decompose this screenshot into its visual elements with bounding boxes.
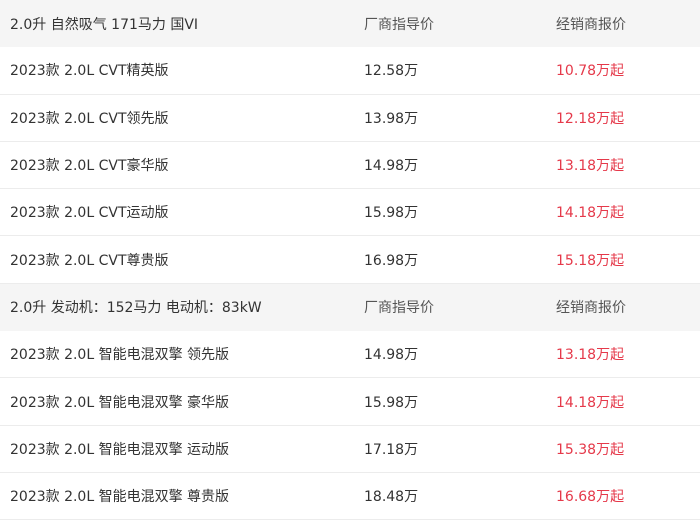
model-name-link[interactable]: 2023款 2.0L 智能电混双擎 运动版: [10, 426, 229, 472]
dealer-price-link[interactable]: 12.18万起: [556, 95, 624, 141]
msrp-price: 12.58万: [364, 63, 419, 80]
model-name-link[interactable]: 2023款 2.0L 智能电混双擎 领先版: [10, 331, 229, 377]
group-title: 2.0升 自然吸气 171马力 国VI: [10, 16, 199, 33]
msrp-price: 18.48万: [364, 489, 419, 506]
msrp-column-header: 厂商指导价: [364, 16, 434, 33]
model-row[interactable]: 2023款 2.0L 智能电混双擎 运动版 17.18万 15.38万起: [0, 426, 700, 473]
model-row[interactable]: 2023款 2.0L CVT豪华版 14.98万 13.18万起: [0, 142, 700, 190]
model-name-link[interactable]: 2023款 2.0L 智能电混双擎 豪华版: [10, 378, 229, 424]
msrp-price: 13.98万: [364, 110, 419, 127]
dealer-price-link[interactable]: 15.18万起: [556, 236, 624, 282]
dealer-price-link[interactable]: 14.18万起: [556, 378, 624, 424]
msrp-column-header: 厂商指导价: [364, 300, 434, 317]
model-name-link[interactable]: 2023款 2.0L CVT豪华版: [10, 142, 169, 188]
dealer-column-header: 经销商报价: [556, 300, 626, 317]
msrp-price: 15.98万: [364, 394, 419, 411]
dealer-price-link[interactable]: 15.38万起: [556, 426, 624, 472]
group-title: 2.0升 发动机：152马力 电动机：83kW: [10, 300, 262, 317]
model-row[interactable]: 2023款 2.0L CVT尊贵版 16.98万 15.18万起: [0, 236, 700, 284]
model-name-link[interactable]: 2023款 2.0L CVT尊贵版: [10, 236, 169, 282]
model-row[interactable]: 2023款 2.0L 智能电混双擎 尊贵版 18.48万 16.68万起: [0, 473, 700, 521]
msrp-price: 14.98万: [364, 158, 419, 175]
model-row[interactable]: 2023款 2.0L 智能电混双擎 豪华版 15.98万 14.18万起: [0, 378, 700, 426]
model-row[interactable]: 2023款 2.0L CVT精英版 12.58万 10.78万起: [0, 47, 700, 95]
dealer-price-link[interactable]: 13.18万起: [556, 142, 624, 188]
model-row[interactable]: 2023款 2.0L CVT运动版 15.98万 14.18万起: [0, 189, 700, 237]
msrp-price: 15.98万: [364, 205, 419, 222]
dealer-price-link[interactable]: 10.78万起: [556, 47, 624, 93]
model-row[interactable]: 2023款 2.0L 智能电混双擎 领先版 14.98万 13.18万起: [0, 331, 700, 379]
group-header-gasoline: 2.0升 自然吸气 171马力 国VI 厂商指导价 经销商报价: [0, 0, 700, 48]
msrp-price: 14.98万: [364, 347, 419, 364]
msrp-price: 16.98万: [364, 252, 419, 269]
model-name-link[interactable]: 2023款 2.0L CVT精英版: [10, 47, 169, 93]
price-table: 2.0升 自然吸气 171马力 国VI 厂商指导价 经销商报价 2023款 2.…: [0, 0, 700, 521]
model-name-link[interactable]: 2023款 2.0L CVT运动版: [10, 189, 169, 235]
dealer-price-link[interactable]: 14.18万起: [556, 189, 624, 235]
model-name-link[interactable]: 2023款 2.0L 智能电混双擎 尊贵版: [10, 473, 229, 519]
dealer-column-header: 经销商报价: [556, 16, 626, 33]
model-row[interactable]: 2023款 2.0L CVT领先版 13.98万 12.18万起: [0, 95, 700, 142]
dealer-price-link[interactable]: 16.68万起: [556, 473, 624, 519]
dealer-price-link[interactable]: 13.18万起: [556, 331, 624, 377]
model-name-link[interactable]: 2023款 2.0L CVT领先版: [10, 95, 169, 141]
group-header-hybrid: 2.0升 发动机：152马力 电动机：83kW 厂商指导价 经销商报价: [0, 283, 700, 332]
msrp-price: 17.18万: [364, 441, 419, 458]
